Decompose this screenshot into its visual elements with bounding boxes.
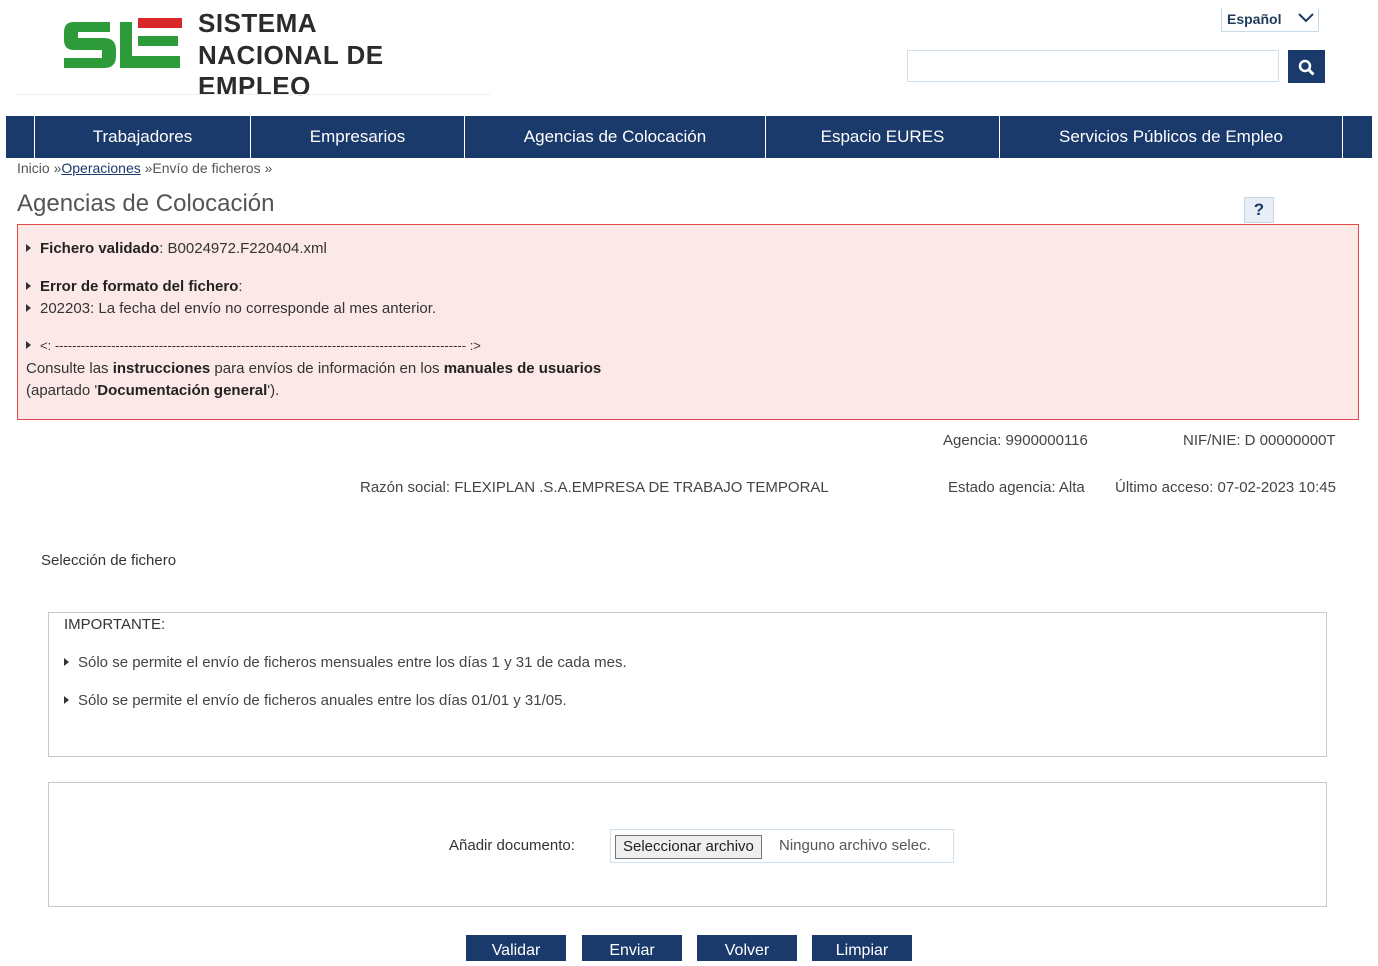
manuales-link[interactable]: manuales de usuarios <box>444 360 602 377</box>
estado-agencia-info: Estado agencia: Alta <box>948 479 1085 496</box>
consult-text-4: '). <box>267 382 280 399</box>
consult-line-2: (apartado 'Documentación general'). <box>26 382 279 399</box>
breadcrumb-current: »Envío de ficheros » <box>140 160 273 176</box>
format-error-line: Error de formato del fichero: <box>26 278 243 295</box>
language-value: Español <box>1227 11 1282 27</box>
logo-divider <box>15 94 490 95</box>
upload-label: Añadir documento: <box>449 837 575 854</box>
upload-box: Añadir documento: Seleccionar archivo Ni… <box>48 782 1327 907</box>
consult-text-2: para envíos de información en los <box>210 360 444 377</box>
rule-monthly: Sólo se permite el envío de ficheros men… <box>64 654 627 671</box>
validar-button[interactable]: Validar <box>466 935 566 961</box>
nav-item-end <box>1342 116 1372 158</box>
rule-annual-text: Sólo se permite el envío de ficheros anu… <box>78 692 567 709</box>
bullet-icon <box>64 696 69 704</box>
rule-annual: Sólo se permite el envío de ficheros anu… <box>64 692 567 709</box>
agencia-info: Agencia: 9900000116 <box>943 432 1088 449</box>
logo-title-line1: SISTEMA <box>198 8 318 38</box>
volver-button[interactable]: Volver <box>697 935 797 961</box>
enviar-button[interactable]: Enviar <box>582 935 682 961</box>
error-detail-line: 202203: La fecha del envío no correspond… <box>26 300 436 317</box>
sne-logo[interactable]: SISTEMA NACIONAL DE EMPLEO <box>15 8 490 101</box>
nav-item-servicios[interactable]: Servicios Públicos de Empleo <box>999 116 1342 158</box>
section-label: Selección de fichero <box>41 552 177 569</box>
language-select[interactable]: Español <box>1221 8 1319 32</box>
breadcrumb: Inicio »Operaciones »Envío de ficheros » <box>17 160 272 176</box>
format-error-suffix: : <box>238 278 243 295</box>
validated-value: : B0024972.F220404.xml <box>159 240 327 257</box>
search-button[interactable] <box>1288 50 1325 83</box>
search-input[interactable] <box>907 50 1279 82</box>
separator-line: <: -------------------------------------… <box>26 338 481 353</box>
important-box: IMPORTANTE: Sólo se permite el envío de … <box>48 612 1327 757</box>
consult-text-1: Consulte las <box>26 360 113 377</box>
search-icon <box>1298 59 1315 76</box>
bullet-icon <box>26 304 31 312</box>
nav-item-empresarios[interactable]: Empresarios <box>250 116 464 158</box>
file-status: Ninguno archivo selec. <box>779 837 931 854</box>
documentacion-link[interactable]: Documentación general <box>97 382 267 399</box>
main-nav: Trabajadores Empresarios Agencias de Col… <box>6 116 1372 158</box>
validated-label: Fichero validado <box>40 240 160 257</box>
rule-monthly-text: Sólo se permite el envío de ficheros men… <box>78 654 627 671</box>
bullet-icon <box>26 244 31 252</box>
instrucciones-link[interactable]: instrucciones <box>113 360 211 377</box>
nif-info: NIF/NIE: D 00000000T <box>1183 432 1336 449</box>
logo-title-line2: NACIONAL DE EMPLEO <box>198 40 384 101</box>
help-button[interactable]: ? <box>1244 197 1274 223</box>
nav-item-eures[interactable]: Espacio EURES <box>765 116 999 158</box>
nav-item-agencias[interactable]: Agencias de Colocación <box>464 116 765 158</box>
chevron-down-icon <box>1298 13 1314 23</box>
select-file-button[interactable]: Seleccionar archivo <box>615 835 762 859</box>
page-title: Agencias de Colocación <box>17 190 275 217</box>
bullet-icon <box>26 341 31 349</box>
file-input[interactable]: Seleccionar archivo Ninguno archivo sele… <box>610 829 954 863</box>
separator-text: <: -------------------------------------… <box>40 338 481 353</box>
ultimo-acceso-info: Último acceso: 07-02-2023 10:45 <box>1115 479 1336 496</box>
breadcrumb-operaciones-link[interactable]: Operaciones <box>61 160 140 176</box>
consult-text-3: (apartado ' <box>26 382 98 399</box>
limpiar-button[interactable]: Limpiar <box>812 935 912 961</box>
error-detail: 202203: La fecha del envío no correspond… <box>40 300 437 317</box>
consult-line: Consulte las instrucciones para envíos d… <box>26 360 601 377</box>
error-panel: Fichero validado: B0024972.F220404.xml E… <box>17 224 1359 420</box>
sne-logo-mark <box>64 18 182 68</box>
nav-item-trabajadores[interactable]: Trabajadores <box>34 116 250 158</box>
bullet-icon <box>26 282 31 290</box>
validated-file-line: Fichero validado: B0024972.F220404.xml <box>26 240 327 257</box>
important-title: IMPORTANTE: <box>64 616 166 633</box>
breadcrumb-home[interactable]: Inicio » <box>17 160 61 176</box>
razon-social-info: Razón social: FLEXIPLAN .S.A.EMPRESA DE … <box>360 479 829 496</box>
format-error-label: Error de formato del fichero <box>40 278 239 295</box>
bullet-icon <box>64 658 69 666</box>
